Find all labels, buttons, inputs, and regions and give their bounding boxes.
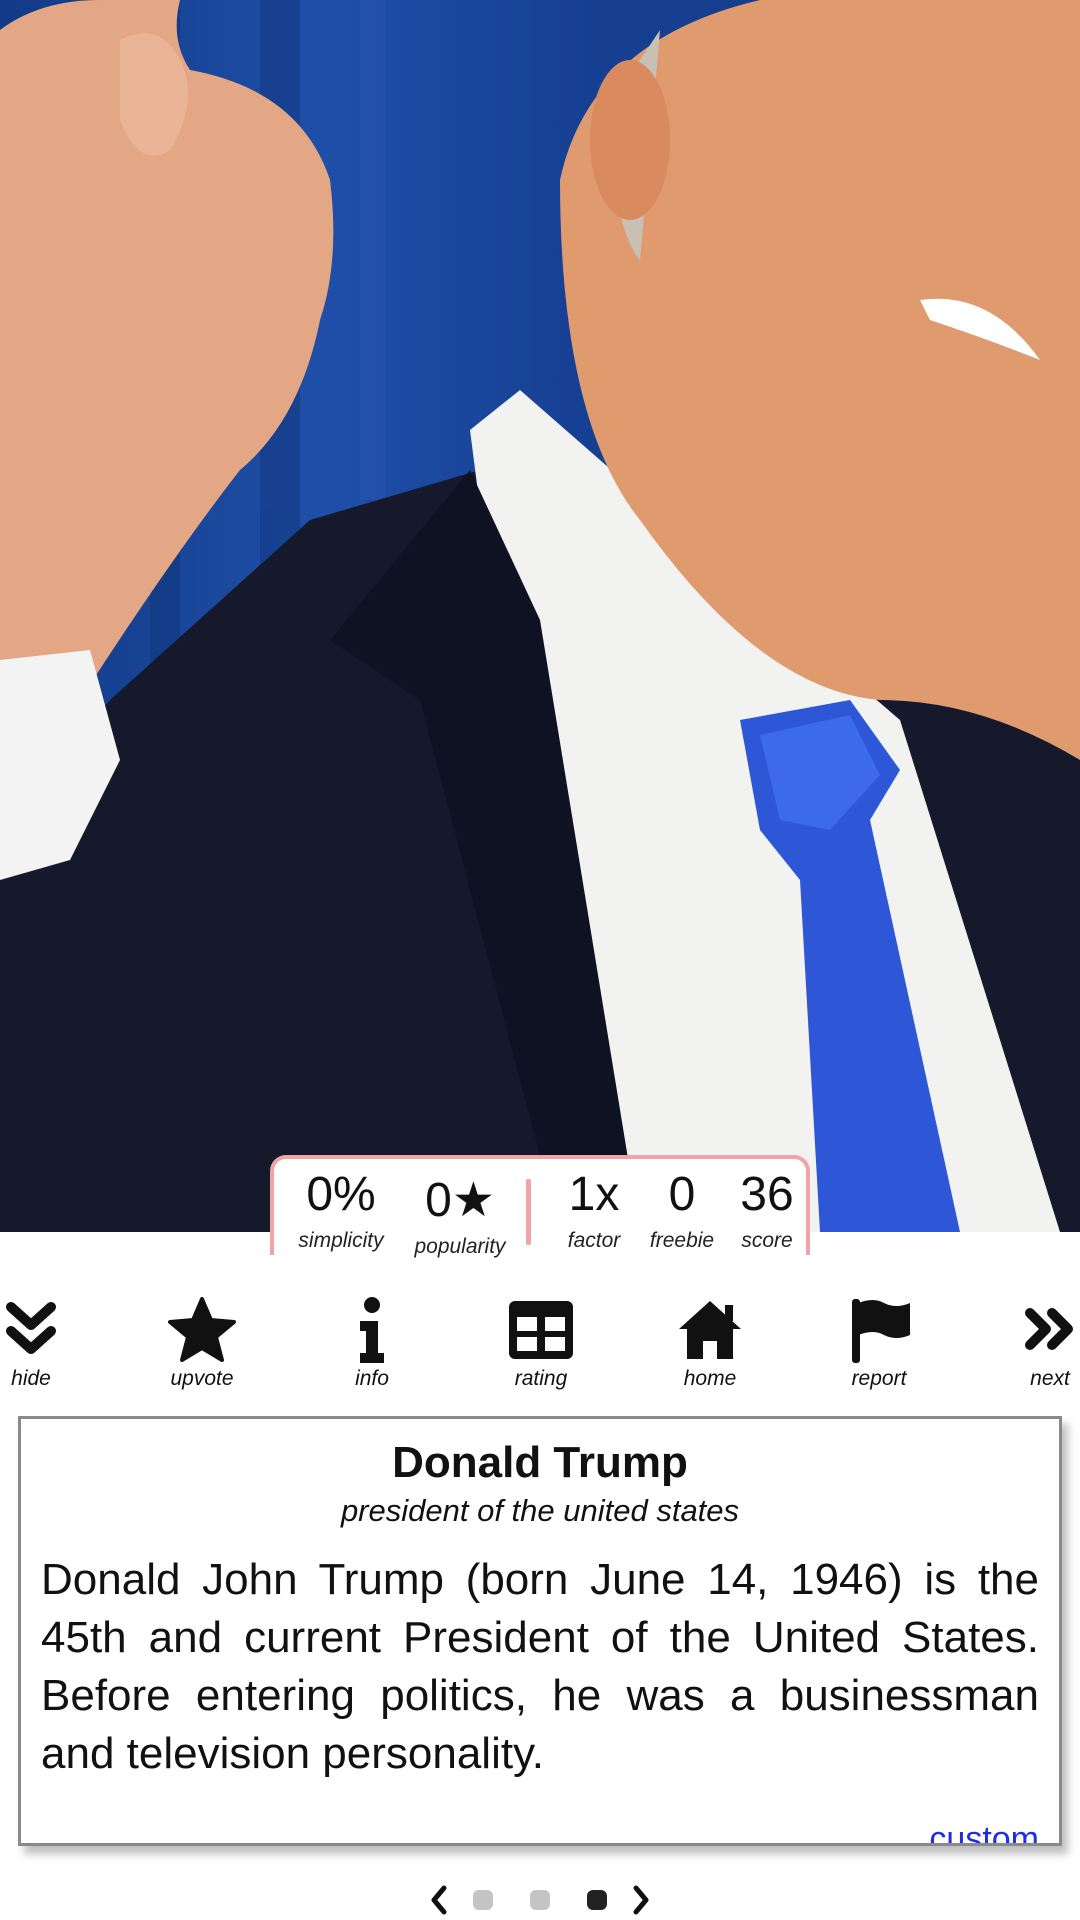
- pager-dot-1[interactable]: [473, 1890, 493, 1910]
- chevron-right-icon[interactable]: [630, 1884, 652, 1916]
- report-label: report: [851, 1367, 907, 1390]
- stat-factor-label: factor: [567, 1229, 621, 1252]
- stat-simplicity: 0% simplicity: [280, 1159, 402, 1253]
- stat-score: 36 score: [728, 1159, 806, 1253]
- info-button[interactable]: info: [307, 1295, 437, 1391]
- rating-button[interactable]: rating: [476, 1295, 606, 1391]
- stat-score-label: score: [741, 1229, 793, 1252]
- custom-link[interactable]: custom: [929, 1820, 1039, 1843]
- stat-freebie-value: 0: [668, 1168, 696, 1221]
- info-card: Donald Trump president of the united sta…: [18, 1416, 1062, 1846]
- stat-simplicity-value: 0%: [306, 1168, 376, 1221]
- stat-simplicity-label: simplicity: [298, 1229, 384, 1252]
- upvote-button[interactable]: upvote: [137, 1295, 267, 1391]
- hero-photo: [0, 0, 1080, 1232]
- upvote-label: upvote: [170, 1367, 234, 1390]
- report-button[interactable]: report: [814, 1295, 944, 1391]
- info-icon: [360, 1297, 384, 1363]
- stats-panel: 0% simplicity 0★ popularity 1x factor 0 …: [270, 1155, 810, 1258]
- stat-freebie: 0 freebie: [640, 1159, 724, 1253]
- star-icon: [168, 1297, 236, 1362]
- person-description: Donald John Trump (born June 14, 1946) i…: [41, 1555, 1039, 1779]
- next-button[interactable]: next: [985, 1295, 1080, 1391]
- pager-dot-2[interactable]: [530, 1890, 550, 1910]
- double-chevron-right-icon: [1025, 1308, 1073, 1350]
- table-icon: [509, 1301, 573, 1359]
- next-label: next: [1030, 1367, 1070, 1390]
- info-label: info: [355, 1367, 389, 1390]
- double-chevron-down-icon: [6, 1302, 56, 1354]
- stat-factor-value: 1x: [568, 1168, 620, 1221]
- home-icon: [679, 1301, 741, 1359]
- home-button[interactable]: home: [645, 1295, 775, 1391]
- hide-label: hide: [11, 1367, 51, 1390]
- stat-popularity-label: popularity: [414, 1235, 506, 1258]
- home-label: home: [683, 1367, 737, 1390]
- stat-factor: 1x factor: [552, 1159, 636, 1253]
- pager: [0, 1880, 1080, 1920]
- pager-dot-3[interactable]: [587, 1890, 607, 1910]
- chevron-left-icon[interactable]: [428, 1884, 450, 1916]
- stat-score-value: 36: [740, 1168, 794, 1221]
- stat-popularity-value: 0★: [425, 1174, 495, 1227]
- person-subtitle: president of the united states: [340, 1493, 740, 1529]
- hide-button[interactable]: hide: [0, 1295, 96, 1391]
- person-name: Donald Trump: [392, 1438, 688, 1487]
- stat-freebie-label: freebie: [649, 1229, 715, 1252]
- portrait-illustration: [0, 0, 1080, 1232]
- screen: 0% simplicity 0★ popularity 1x factor 0 …: [0, 0, 1080, 1920]
- action-toolbar: hide upvote info rating home report next: [0, 1295, 1080, 1405]
- flag-icon: [852, 1299, 910, 1363]
- rating-label: rating: [514, 1367, 568, 1390]
- stat-popularity: 0★ popularity: [400, 1159, 520, 1259]
- stats-divider: [526, 1179, 531, 1245]
